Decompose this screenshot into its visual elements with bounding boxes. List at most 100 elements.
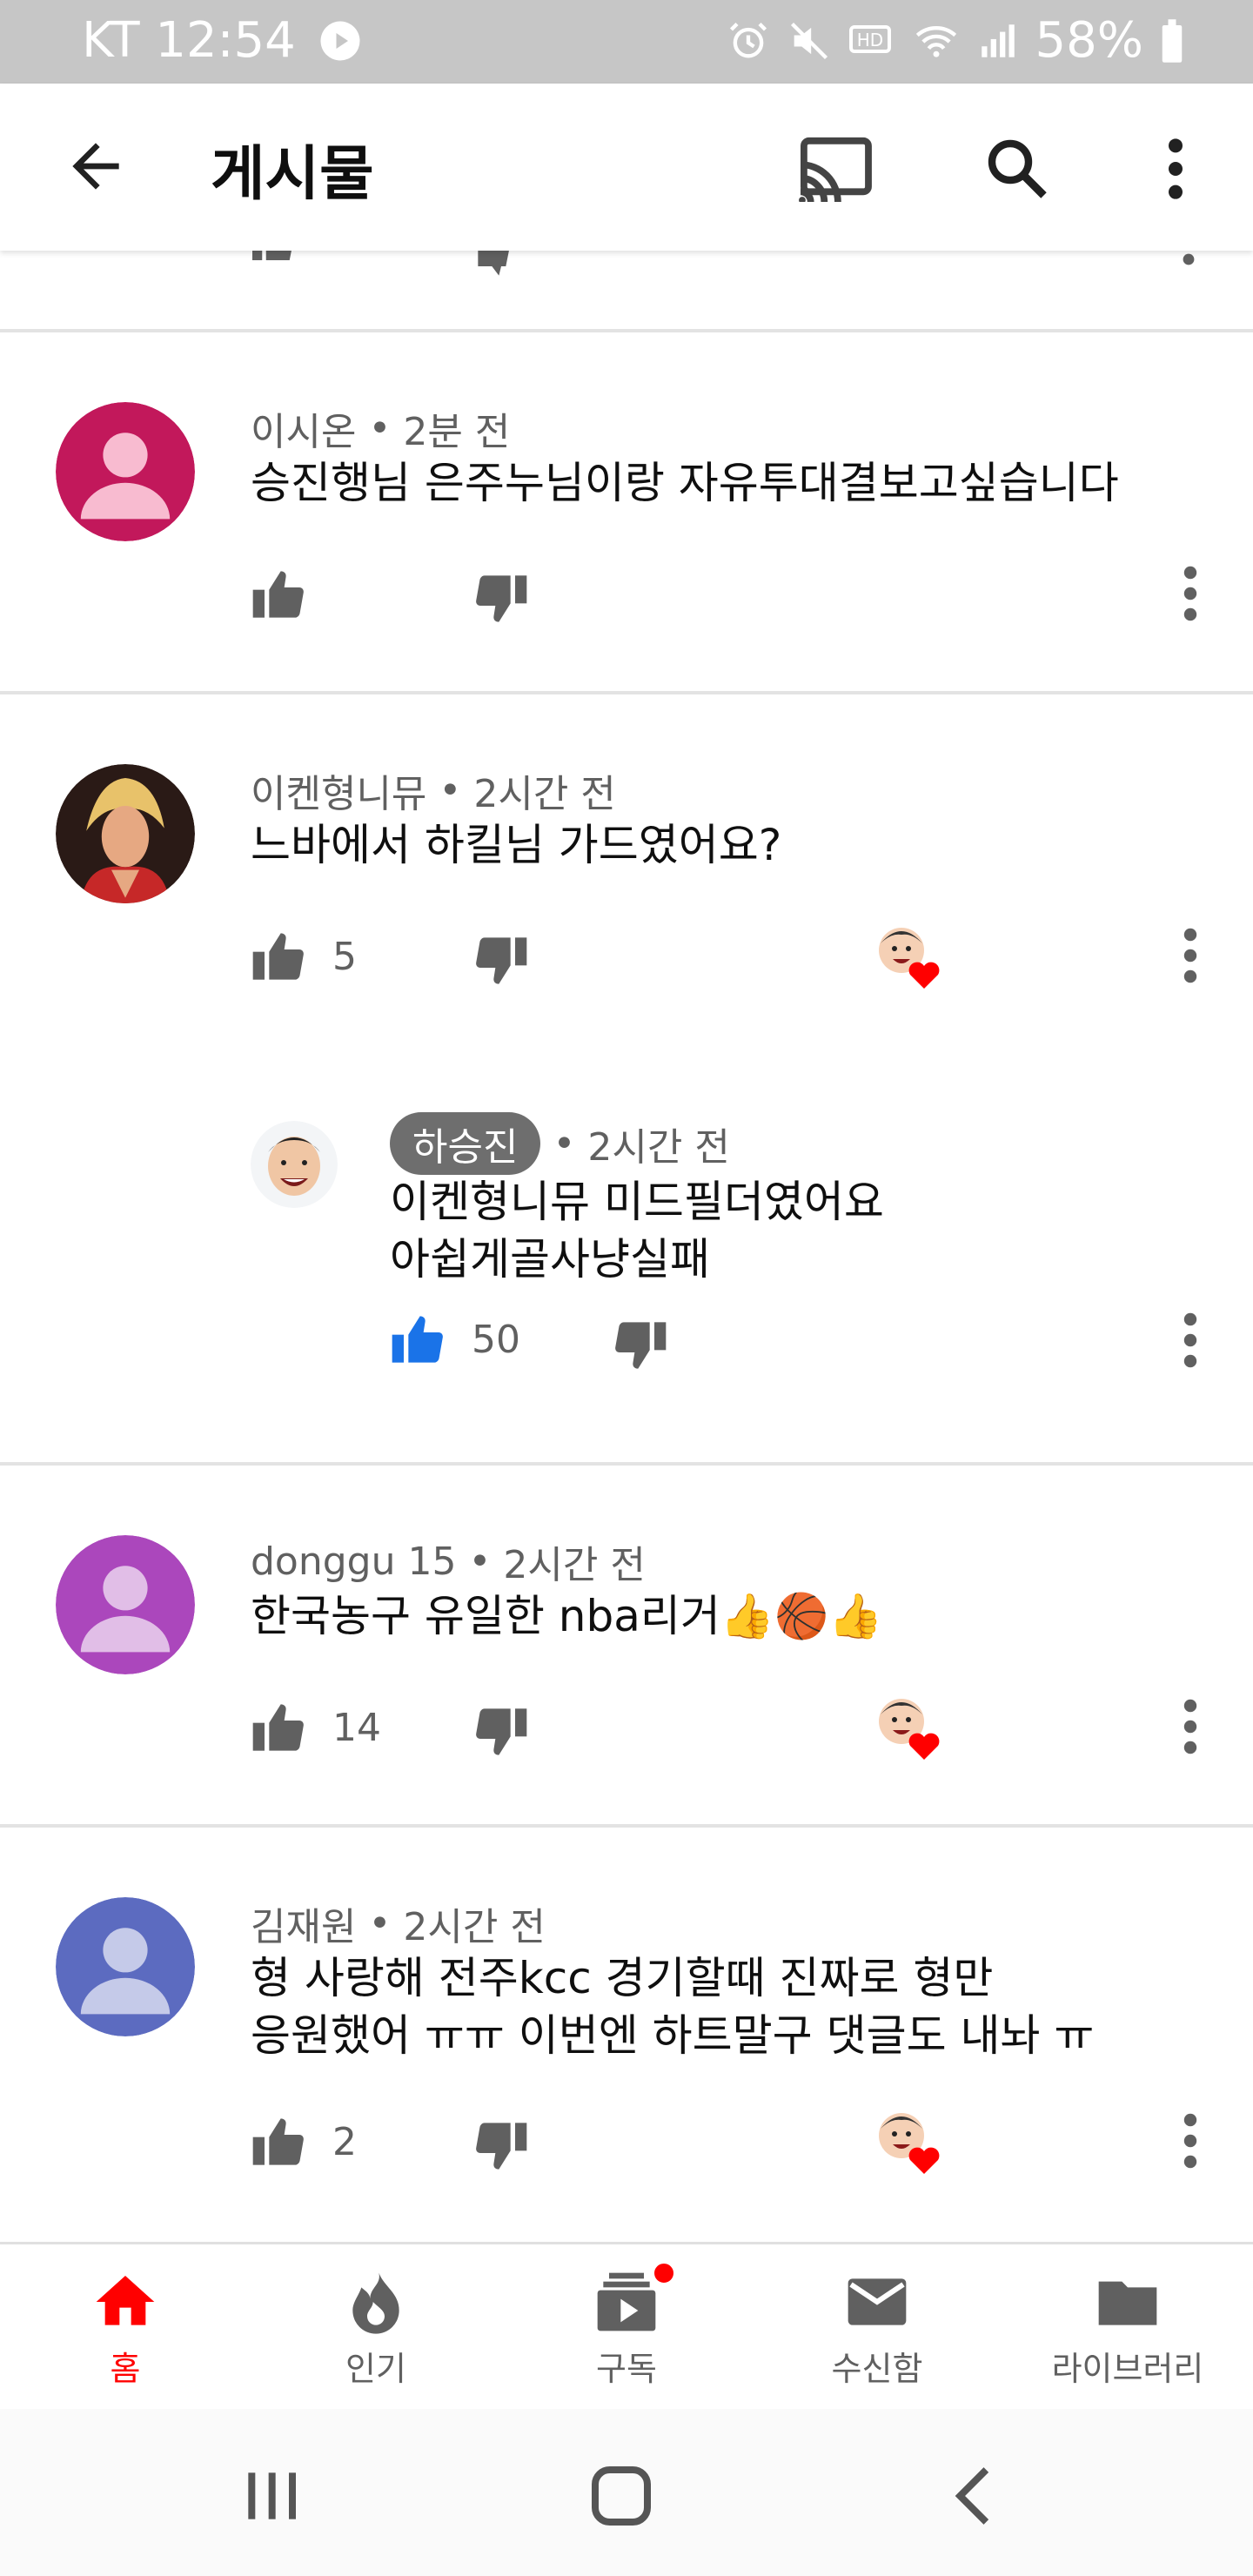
like-count: 5 <box>332 934 357 979</box>
home-button-icon[interactable] <box>586 2461 656 2531</box>
comment-author[interactable]: 김재원 <box>251 1895 356 1951</box>
separator: • <box>368 1901 392 1946</box>
search-icon[interactable] <box>980 131 1053 205</box>
nav-label: 구독 <box>596 2350 657 2388</box>
creator-heart-icon <box>879 1699 940 1760</box>
avatar[interactable] <box>56 1535 195 1674</box>
avatar[interactable] <box>56 402 195 541</box>
battery-percent: 58% <box>1035 12 1143 69</box>
comment-item: 이시온 • 2분 전 승진행님 은주누님이랑 자유투대결보고싶습니다 <box>0 332 1253 691</box>
dislike-icon[interactable] <box>473 933 529 989</box>
wifi-icon <box>915 25 956 57</box>
nav-item-trending[interactable]: 인기 <box>251 2244 501 2412</box>
comment-text: 형 사랑해 전주kcc 경기할때 진짜로 형만 응원했어 ㅠㅠ 이번엔 하트말구… <box>251 1949 1094 2064</box>
reply-more-icon[interactable] <box>1180 1309 1201 1372</box>
reply-text-line: 이켄형니뮤 미드필더였어요 <box>390 1177 884 1227</box>
comment-text: 한국농구 유일한 nba리거👍🏀👍 <box>251 1591 883 1641</box>
nav-label: 인기 <box>345 2350 406 2388</box>
comment-actions: 5 <box>251 926 357 987</box>
comment-meta: donggu 15 • 2시간 전 <box>251 1533 646 1589</box>
nav-item-subscriptions[interactable]: 구독 <box>501 2244 752 2412</box>
creator-heart-icon <box>879 928 940 989</box>
separator: • <box>468 1539 492 1584</box>
separator: • <box>368 406 392 451</box>
bottom-navigation: 홈 인기 구독 수신함 라이브러리 <box>0 2242 1253 2409</box>
comment-actions: 2 <box>251 2111 357 2172</box>
comment-feed[interactable]: 이시온 • 2분 전 승진행님 은주누님이랑 자유투대결보고싶습니다 이켄형니뮤… <box>0 251 1253 2242</box>
home-icon <box>96 2276 155 2325</box>
comment-author[interactable]: 이켄형니뮤 <box>251 762 426 818</box>
comment-author[interactable]: donggu 15 <box>251 1540 456 1584</box>
nav-label: 라이브러리 <box>1051 2350 1204 2388</box>
like-count: 50 <box>472 1317 520 1362</box>
nav-label: 수신함 <box>831 2350 923 2388</box>
back-arrow-icon[interactable] <box>61 131 131 201</box>
notification-dot <box>651 2260 677 2286</box>
comment-time: 2분 전 <box>403 410 511 454</box>
comment-item: 이켄형니뮤 • 2시간 전 느바에서 하킬님 가드였어요? 5 하승진 • 2시… <box>0 694 1253 1462</box>
separator: • <box>439 768 462 813</box>
nav-label: 홈 <box>110 2350 141 2388</box>
comment-actions <box>251 564 306 625</box>
avatar[interactable] <box>251 1121 338 1208</box>
comment-meta: 이켄형니뮤 • 2시간 전 <box>251 762 616 818</box>
comment-time: 2시간 전 <box>503 1543 646 1587</box>
recent-apps-icon[interactable] <box>237 2461 306 2531</box>
battery-icon <box>1162 18 1183 63</box>
like-icon[interactable] <box>252 251 299 265</box>
comment-actions: 14 <box>251 1697 381 1758</box>
system-navigation-bar <box>0 2409 1253 2576</box>
reply-item: 하승진 • 2시간 전 이켄형니뮤 미드필더였어요 아쉽게골사냥실패 50 <box>0 1069 1253 1462</box>
comment-text-line: 응원했어 ㅠㅠ 이번엔 하트말구 댓글도 내놔 ㅠ <box>251 2010 1095 2061</box>
library-folder-icon <box>1098 2281 1157 2325</box>
dislike-icon[interactable] <box>473 1704 529 1760</box>
like-icon[interactable] <box>251 2114 306 2170</box>
comment-author[interactable]: 이시온 <box>251 400 356 456</box>
comment-more-icon[interactable] <box>1180 924 1201 987</box>
back-button-icon[interactable] <box>940 2461 1009 2531</box>
like-icon[interactable] <box>251 1700 306 1755</box>
avatar[interactable] <box>56 1897 195 2036</box>
nav-item-inbox[interactable]: 수신함 <box>752 2244 1002 2412</box>
more-vert-icon[interactable] <box>1182 252 1196 266</box>
page-title: 게시물 <box>211 140 374 209</box>
comment-more-icon[interactable] <box>1180 562 1201 625</box>
nav-item-home[interactable]: 홈 <box>0 2244 251 2412</box>
svg-text:HD: HD <box>856 30 882 50</box>
dislike-icon[interactable] <box>473 2118 529 2174</box>
avatar[interactable] <box>56 764 195 903</box>
mute-icon <box>790 22 828 59</box>
play-circle-icon <box>320 21 360 60</box>
more-vert-icon[interactable] <box>1154 134 1197 204</box>
comment-meta: 이시온 • 2분 전 <box>251 400 510 456</box>
comment-time: 2시간 전 <box>403 1905 546 1949</box>
like-icon[interactable] <box>251 929 306 984</box>
dislike-icon[interactable] <box>473 571 529 627</box>
comment-item: donggu 15 • 2시간 전 한국농구 유일한 nba리거👍🏀👍 14 <box>0 1466 1253 1824</box>
comment-text: 승진행님 은주누님이랑 자유투대결보고싶습니다 <box>251 458 1119 508</box>
comment-meta: 김재원 • 2시간 전 <box>251 1895 546 1951</box>
signal-icon <box>981 23 1015 57</box>
dislike-icon[interactable] <box>473 251 529 277</box>
like-count: 2 <box>332 2119 357 2164</box>
hd-voice-icon: HD <box>848 24 891 53</box>
like-count: 14 <box>332 1705 381 1750</box>
nav-item-library[interactable]: 라이브러리 <box>1002 2244 1253 2412</box>
reply-text-line: 아쉽게골사냥실패 <box>390 1234 710 1285</box>
like-icon[interactable] <box>251 567 306 622</box>
like-filled-icon[interactable] <box>390 1311 446 1367</box>
comment-more-icon[interactable] <box>1180 1695 1201 1758</box>
reply-time: 2시간 전 <box>587 1125 730 1170</box>
comment-more-icon[interactable] <box>1180 2110 1201 2172</box>
comment-time: 2시간 전 <box>473 772 616 816</box>
reply-meta: 하승진 • 2시간 전 <box>390 1112 730 1175</box>
comment-item: 김재원 • 2시간 전 형 사랑해 전주kcc 경기할때 진짜로 형만 응원했어… <box>0 1828 1253 2242</box>
inbox-mail-icon <box>848 2278 907 2325</box>
creator-heart-icon <box>879 2113 940 2174</box>
reply-actions: 50 <box>390 1309 520 1370</box>
cast-icon[interactable] <box>794 134 875 202</box>
status-carrier-time: KT 12:54 <box>82 12 296 69</box>
creator-name-chip[interactable]: 하승진 <box>390 1112 541 1175</box>
app-bar: 게시물 <box>0 84 1253 251</box>
dislike-icon[interactable] <box>613 1318 668 1373</box>
